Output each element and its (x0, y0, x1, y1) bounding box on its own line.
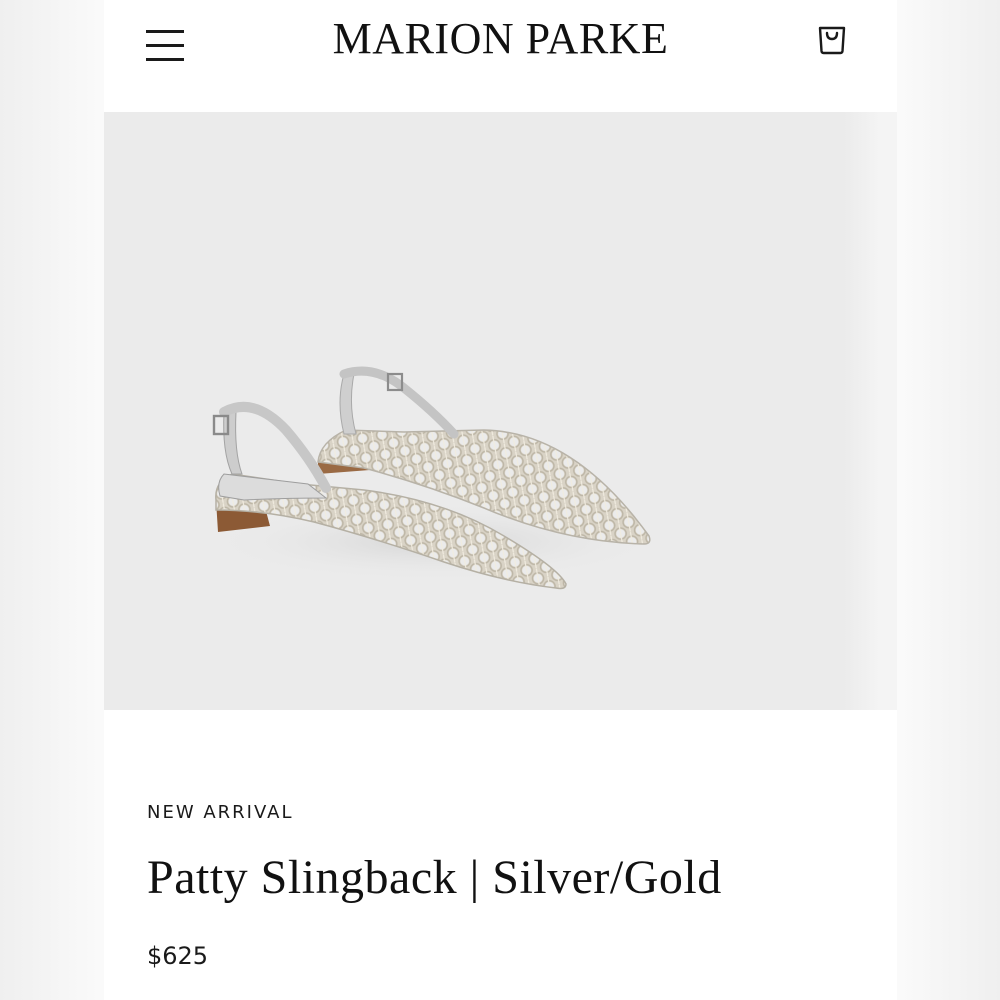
product-page: MARION PARKE NEW ARRIVAL Patty Slingback… (104, 0, 897, 1000)
product-image (204, 172, 897, 590)
carousel-next-slide[interactable] (844, 112, 897, 710)
shopping-bag-icon (818, 26, 846, 55)
new-arrival-badge: NEW ARRIVAL (147, 802, 294, 823)
product-image-carousel[interactable] (104, 112, 897, 710)
product-price: $625 (147, 942, 209, 970)
brand-logo[interactable]: MARION PARKE (104, 14, 897, 64)
cart-button[interactable] (816, 20, 848, 56)
site-header: MARION PARKE (104, 0, 897, 112)
product-title: Patty Slingback | Silver/Gold (147, 851, 722, 904)
